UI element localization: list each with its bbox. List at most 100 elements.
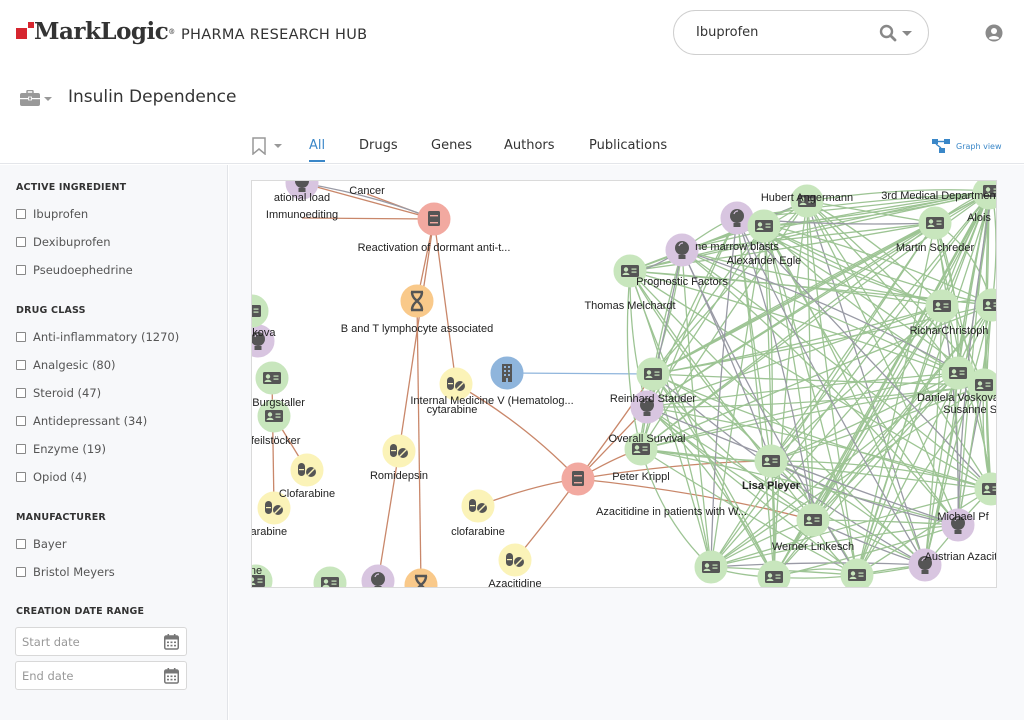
checkbox[interactable] [16,388,26,398]
facet-checkbox-opiod[interactable]: Opiod (4) [16,470,87,484]
graph-node-concept[interactable] [361,564,395,588]
facet-label: Steroid (47) [33,386,102,400]
search-box[interactable]: Ibuprofen [673,10,929,55]
calendar-icon[interactable] [164,634,179,650]
bookmark-icon[interactable] [252,137,266,155]
search-options-caret-icon[interactable] [902,31,912,36]
search-input[interactable]: Ibuprofen [696,25,758,40]
checkbox[interactable] [16,472,26,482]
checkbox[interactable] [16,567,26,577]
graph-node-label: Lisa Pleyer [742,480,801,492]
facet-label: Anti-inflammatory (1270) [33,330,180,344]
graph-node-author[interactable] [694,550,728,584]
graph-node-gene[interactable] [404,568,438,588]
facet-checkbox-steroid[interactable]: Steroid (47) [16,386,101,400]
facet-title-drug-class: DRUG CLASS [16,305,86,316]
start-date-placeholder: Start date [22,635,80,649]
graph-node-label: Reactivation of dormant anti-t... [358,242,511,254]
graph-node-author[interactable] [747,209,781,243]
end-date-input[interactable]: End date [15,661,187,690]
marklogic-logo[interactable]: MarkLogic® [16,18,175,46]
calendar-icon[interactable] [164,668,179,684]
project-menu-caret-icon[interactable] [44,97,52,101]
facet-checkbox-bayer[interactable]: Bayer [16,537,67,551]
graph-node-concept[interactable] [665,233,699,267]
graph-node-label: ational load [274,192,330,204]
tab-all[interactable]: All [309,138,326,162]
facet-checkbox-enzyme[interactable]: Enzyme (19) [16,442,106,456]
facet-label: Analgesic (80) [33,358,116,372]
checkbox[interactable] [16,360,26,370]
tab-authors[interactable]: Authors [504,138,555,160]
tab-bar: All Drugs Genes Authors Publications Gra… [0,128,1024,164]
graph-node-author[interactable] [796,503,830,537]
graph-node-label: Susanne Stein [943,404,997,416]
graph-node-label: Clofarabine [279,488,335,500]
graph-node-gene[interactable] [400,284,434,318]
graph-node-label: Hubert Angermann [761,192,853,204]
graph-node-drug[interactable] [461,489,495,523]
graph-node-organization[interactable] [490,356,524,390]
graph-view-icon [932,139,950,153]
start-date-input[interactable]: Start date [15,627,187,656]
graph-node-label: Austrian Azacitidine R [925,551,998,563]
facet-title-manufacturer: MANUFACTURER [16,512,106,523]
app-header: MarkLogic® PHARMA RESEARCH HUB Ibuprofen… [0,0,1024,164]
graph-node-author[interactable] [754,444,788,478]
logo-text: MarkLogic® [34,18,175,45]
logo-mark-icon [16,22,36,46]
facet-checkbox-antidepressant[interactable]: Antidepressant (34) [16,414,147,428]
facet-title-date-range: CREATION DATE RANGE [16,606,145,617]
graph-node-publication[interactable] [561,462,595,496]
graph-node-author[interactable] [918,206,952,240]
facet-checkbox-dexibuprofen[interactable]: Dexibuprofen [16,235,111,249]
checkbox[interactable] [16,539,26,549]
graph-node-author[interactable] [252,294,269,328]
graph-node-label: clofarabine [451,526,505,538]
tab-publications[interactable]: Publications [589,138,667,160]
graph-canvas[interactable]: Reactivation of dormant anti-t... Azaciti… [251,180,997,588]
graph-node-author[interactable] [255,361,289,395]
facet-checkbox-analgesic[interactable]: Analgesic (80) [16,358,116,372]
filter-sidebar: ACTIVE INGREDIENT Ibuprofen Dexibuprofen… [0,165,228,720]
checkbox[interactable] [16,237,26,247]
graph-node-label: Cancer [349,185,385,197]
tab-drugs[interactable]: Drugs [359,138,398,160]
graph-node-drug[interactable] [382,434,416,468]
facet-checkbox-bristol-meyers[interactable]: Bristol Meyers [16,565,115,579]
facet-checkbox-ibuprofen[interactable]: Ibuprofen [16,207,88,221]
facet-checkbox-pseudoephedrine[interactable]: Pseudoephedrine [16,263,133,277]
project-title: Insulin Dependence [68,87,237,107]
graph-node-label: Reinhard Stauder [610,393,697,405]
graph-node-drug[interactable] [498,543,532,577]
graph-node-label: 3rd Medical Department [881,190,997,202]
graph-node-label: Martin Schreder [896,242,975,254]
checkbox[interactable] [16,209,26,219]
graph-node-author[interactable] [840,558,874,588]
facet-checkbox-anti-inflammatory[interactable]: Anti-inflammatory (1270) [16,330,179,344]
graph-node-author[interactable] [757,560,791,588]
graph-node-publication[interactable] [417,202,451,236]
graph-node-author[interactable] [975,288,997,322]
tab-genes[interactable]: Genes [431,138,472,160]
checkbox[interactable] [16,416,26,426]
graph-node-label: ne marrow blasts [695,241,779,253]
network-graph[interactable]: Reactivation of dormant anti-t... Azaciti… [252,181,997,588]
graph-node-label: Alexander Egle [727,255,802,267]
graph-node-author[interactable] [925,289,959,323]
graph-node-drug[interactable] [290,453,324,487]
checkbox[interactable] [16,265,26,275]
graph-node-label: Peter Krippl [612,471,669,483]
graph-view-button[interactable]: Graph view [932,139,1002,153]
graph-node-author[interactable] [636,357,670,391]
briefcase-icon[interactable] [20,90,40,106]
graph-node-author[interactable] [313,566,347,588]
bookmark-caret-icon[interactable] [274,144,282,148]
checkbox[interactable] [16,332,26,342]
search-icon[interactable] [879,24,897,42]
end-date-placeholder: End date [22,669,74,683]
user-circle-icon[interactable] [985,24,1003,42]
facet-label: Ibuprofen [33,207,89,221]
checkbox[interactable] [16,444,26,454]
facet-label: Pseudoephedrine [33,263,133,277]
